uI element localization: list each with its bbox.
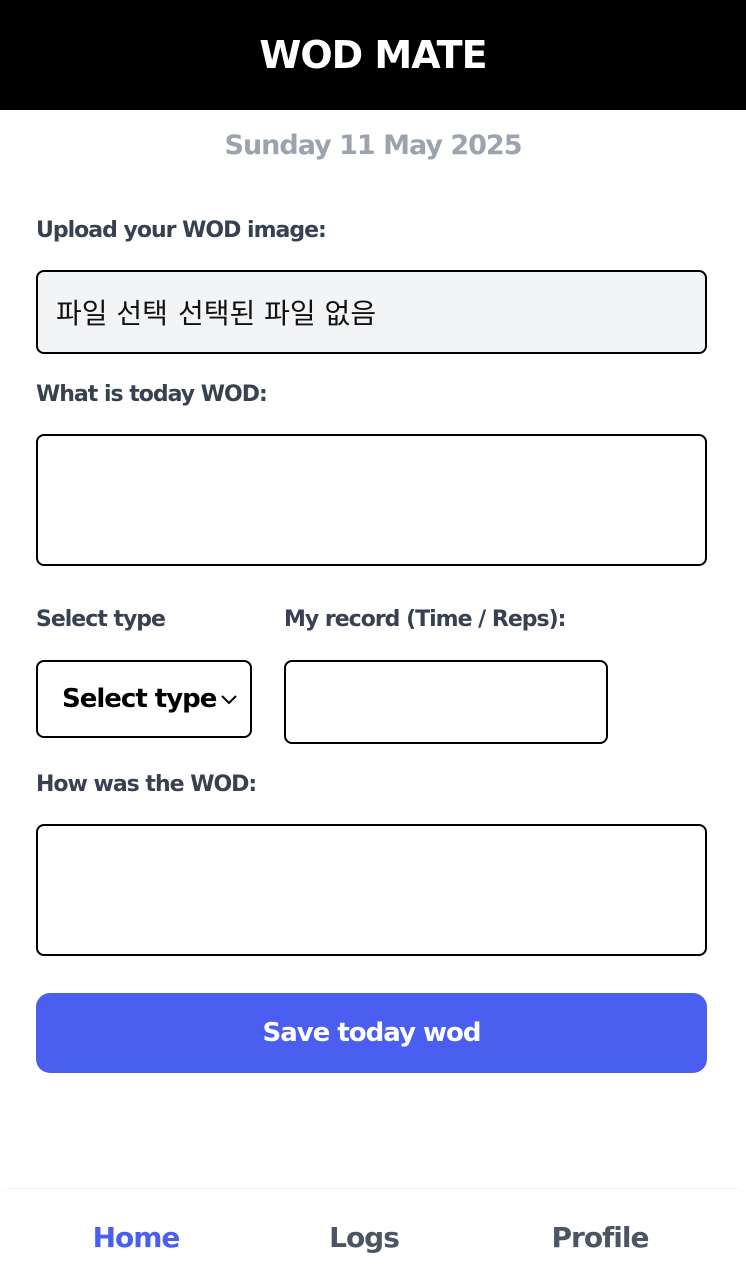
- current-date: Sunday 11 May 2025: [224, 130, 523, 161]
- record-input[interactable]: [284, 660, 608, 744]
- app-title: WOD MATE: [259, 33, 487, 77]
- review-textarea[interactable]: [36, 824, 707, 956]
- file-input[interactable]: 파일 선택 선택된 파일 없음: [36, 270, 707, 354]
- wod-label: What is today WOD:: [36, 382, 268, 407]
- type-select[interactable]: Select type: [36, 660, 252, 738]
- app-header: WOD MATE: [0, 0, 746, 110]
- nav-profile[interactable]: Profile: [552, 1221, 650, 1254]
- chevron-down-icon: [221, 695, 237, 705]
- save-wod-button[interactable]: Save today wod: [36, 993, 707, 1073]
- upload-label: Upload your WOD image:: [36, 218, 327, 243]
- record-label: My record (Time / Reps):: [284, 607, 566, 632]
- type-select-value: Select type: [62, 684, 217, 714]
- nav-home[interactable]: Home: [93, 1221, 181, 1254]
- nav-logs[interactable]: Logs: [329, 1221, 400, 1254]
- file-status: 선택된 파일 없음: [177, 297, 377, 330]
- wod-textarea[interactable]: [36, 434, 707, 566]
- review-label: How was the WOD:: [36, 772, 257, 797]
- bottom-nav: Home Logs Profile: [0, 1188, 746, 1282]
- type-label: Select type: [36, 607, 166, 632]
- app-root: WOD MATE Sunday 11 May 2025 Upload your …: [0, 0, 746, 1282]
- choose-file-button[interactable]: 파일 선택: [56, 292, 168, 332]
